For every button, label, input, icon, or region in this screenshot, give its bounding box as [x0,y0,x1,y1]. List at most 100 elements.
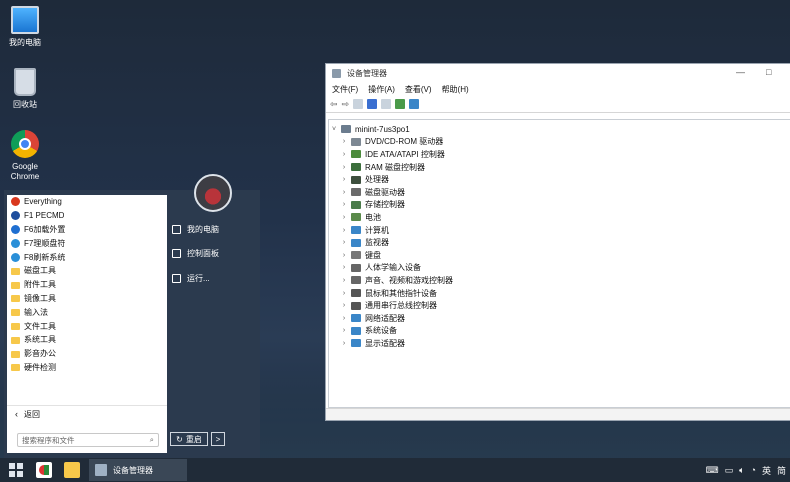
device-category[interactable]: › RAM 磁盘控制器 [339,161,790,174]
device-category[interactable]: › 网络适配器 [339,312,790,325]
chevron-right-icon[interactable]: › [339,151,349,158]
file-explorer-icon[interactable] [64,462,80,478]
scan-hardware-icon[interactable] [409,99,420,109]
chevron-right-icon[interactable]: › [339,302,349,309]
window-title: 设备管理器 [347,68,387,78]
back-label: 返回 [24,409,40,419]
chevron-right-icon[interactable]: › [339,277,349,284]
view-icon[interactable] [381,99,392,109]
program-item[interactable]: 磁盘工具 [7,264,167,278]
program-item[interactable]: F1 PECMD [7,209,167,223]
chevron-right-icon[interactable]: › [339,290,349,297]
language-indicator[interactable]: 英 [762,464,771,477]
device-category-icon [351,137,361,146]
device-category-icon [351,188,361,197]
back-arrow-icon[interactable]: ⇦ [330,99,338,110]
desktop-icon-recycle-bin[interactable]: 回收站 [0,68,50,110]
program-label: 影音办公 [24,349,56,359]
desktop-icon-label: Google Chrome [10,162,40,181]
chevron-down-icon[interactable]: ˅ [329,126,339,133]
search-input[interactable]: 搜索程序和文件 [22,435,75,446]
program-item[interactable]: 系统工具 [7,333,167,347]
properties-icon[interactable] [353,99,364,109]
menu-help[interactable]: 帮助(H) [442,84,469,95]
device-category[interactable]: › IDE ATA/ATAPI 控制器 [339,148,790,161]
program-item[interactable]: F8刷新系统 [7,250,167,264]
lock-icon[interactable]: ◔ [751,465,756,475]
search-box[interactable]: 搜索程序和文件 ⌕ [17,433,159,447]
chevron-right-icon[interactable]: › [339,164,349,171]
network-icon[interactable]: ▭ [725,465,734,476]
program-item[interactable]: 文件工具 [7,319,167,333]
device-category-icon [351,238,361,247]
device-category-icon [351,200,361,209]
link-my-computer[interactable]: 我的电脑 [172,224,219,235]
help-icon [11,211,20,221]
chevron-right-icon[interactable]: › [339,340,349,347]
chevron-right-icon[interactable]: › [339,327,349,334]
app-pinned-icon[interactable] [36,462,52,478]
chevron-right-icon[interactable]: › [339,227,349,234]
chevron-right-icon[interactable]: › [339,201,349,208]
volume-icon[interactable]: 🔈︎ [739,465,744,476]
user-avatar[interactable] [194,174,232,212]
device-category-label: 声音、视频和游戏控制器 [365,275,453,285]
device-category[interactable]: › 显示适配器 [339,337,790,350]
link-run[interactable]: 运行... [172,273,210,284]
menu-action[interactable]: 操作(A) [368,84,395,95]
minimize-button[interactable]: — [736,67,745,77]
link-control-panel[interactable]: 控制面板 [172,248,219,259]
maximize-button[interactable]: □ [766,67,771,77]
menu-file[interactable]: 文件(F) [332,84,358,95]
menu-view[interactable]: 查看(V) [405,84,432,95]
device-category[interactable]: › 通用串行总线控制器 [339,299,790,312]
device-category[interactable]: › 键盘 [339,249,790,262]
power-options-button[interactable]: > [211,432,225,446]
keyboard-icon[interactable]: ⌨ [706,465,719,476]
desktop-icon-chrome[interactable]: Google Chrome [0,130,50,182]
device-category[interactable]: › 人体学输入设备 [339,262,790,275]
help-icon[interactable] [367,99,378,109]
chevron-right-icon[interactable]: › [339,264,349,271]
forward-arrow-icon[interactable]: ⇨ [342,99,350,110]
device-category-label: 键盘 [365,250,381,260]
device-category-label: 磁盘驱动器 [365,187,405,197]
back-button[interactable]: ‹ 返回 [7,405,167,422]
chevron-right-icon[interactable]: › [339,252,349,259]
device-category[interactable]: › 声音、视频和游戏控制器 [339,274,790,287]
desktop-icon-my-computer[interactable]: 我的电脑 [0,6,50,48]
link-label: 我的电脑 [187,225,219,234]
tree-root[interactable]: ˅ minint-7us3po1 [329,123,790,136]
chevron-right-icon[interactable]: › [339,138,349,145]
chevron-right-icon[interactable]: › [339,189,349,196]
program-item[interactable]: 影音办公 [7,347,167,361]
chevron-right-icon[interactable]: › [339,176,349,183]
start-button[interactable] [8,462,24,478]
program-item[interactable]: 输入法 [7,305,167,319]
device-category[interactable]: › 磁盘驱动器 [339,186,790,199]
chevron-right-icon[interactable]: › [339,239,349,246]
restart-button[interactable]: ↻ 重启 [170,432,208,446]
device-category[interactable]: › 监视器 [339,236,790,249]
device-category[interactable]: › 电池 [339,211,790,224]
program-item[interactable]: 硬件检测 [7,361,167,375]
program-item[interactable]: Everything [7,195,167,209]
taskbar-device-manager[interactable]: 设备管理器 [89,459,187,481]
title-bar[interactable]: 设备管理器 [326,64,790,82]
device-category[interactable]: › 计算机 [339,224,790,237]
program-item[interactable]: 附件工具 [7,278,167,292]
chevron-right-icon[interactable]: › [339,214,349,221]
control-panel-icon [172,249,181,258]
device-category-label: 网络适配器 [365,313,405,323]
device-category[interactable]: › 存储控制器 [339,199,790,212]
program-item[interactable]: F6加载外置 [7,223,167,237]
program-item[interactable]: F7理顺盘符 [7,236,167,250]
chevron-right-icon[interactable]: › [339,315,349,322]
device-category[interactable]: › DVD/CD-ROM 驱动器 [339,136,790,149]
device-category[interactable]: › 处理器 [339,173,790,186]
device-category[interactable]: › 系统设备 [339,325,790,338]
ime-indicator[interactable]: 简 [777,464,786,477]
program-item[interactable]: 镜像工具 [7,292,167,306]
update-driver-icon[interactable] [395,99,406,109]
device-category[interactable]: › 鼠标和其他指针设备 [339,287,790,300]
